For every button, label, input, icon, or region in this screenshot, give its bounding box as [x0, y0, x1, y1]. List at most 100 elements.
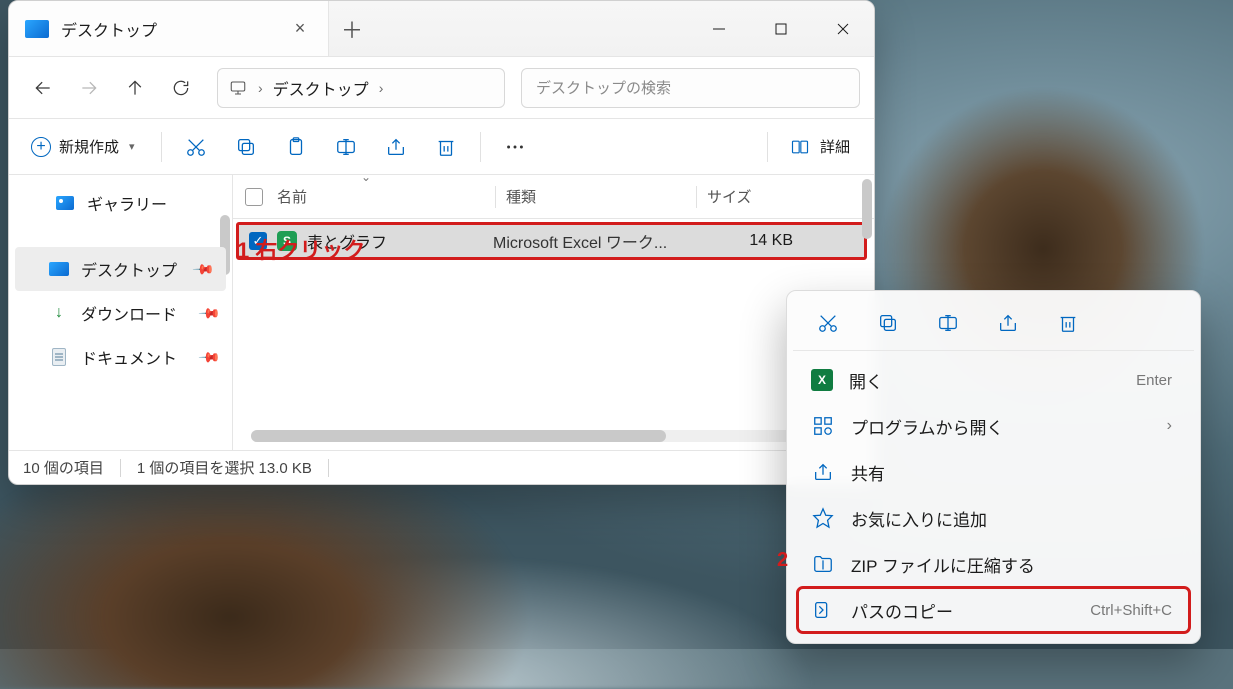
plus-icon: +: [31, 137, 51, 157]
file-type: Microsoft Excel ワーク...: [493, 229, 703, 253]
search-input[interactable]: デスクトップの検索: [521, 68, 860, 108]
copy-path-icon: [811, 598, 835, 622]
pin-icon: 📌: [197, 345, 221, 369]
file-size: 14 KB: [703, 232, 793, 250]
share-icon: [811, 460, 835, 484]
details-view-button[interactable]: 詳細: [780, 136, 860, 157]
cut-button[interactable]: [174, 127, 218, 167]
breadcrumb-segment[interactable]: デスクトップ: [273, 76, 369, 100]
separator: [767, 132, 768, 162]
pin-icon: 📌: [197, 301, 221, 325]
menu-item-label: プログラムから開く: [851, 414, 1151, 439]
main-area: ギャラリー デスクトップ 📌 ↓ ダウンロード 📌 ドキュメント 📌: [9, 175, 874, 450]
sidebar-item-label: デスクトップ: [81, 257, 177, 281]
chevron-right-icon: ›: [252, 80, 269, 96]
sidebar-item-label: ダウンロード: [81, 301, 177, 325]
desktop-icon: [25, 20, 49, 38]
delete-button[interactable]: [1049, 304, 1087, 342]
sidebar-item-documents[interactable]: ドキュメント 📌: [9, 335, 232, 379]
sidebar-item-label: ドキュメント: [81, 345, 177, 369]
sidebar-item-label: ギャラリー: [87, 191, 167, 215]
new-label: 新規作成: [59, 136, 119, 157]
select-all-checkbox[interactable]: [245, 188, 263, 206]
cut-button[interactable]: [809, 304, 847, 342]
paste-button[interactable]: [274, 127, 318, 167]
command-bar: + 新規作成 ▾ 詳細: [9, 119, 874, 175]
menu-item-label: パスのコピー: [851, 598, 1074, 623]
menu-item-copy-path[interactable]: パスのコピー Ctrl+Shift+C: [797, 587, 1190, 633]
tab-desktop[interactable]: デスクトップ ×: [9, 1, 329, 56]
menu-item-favorite[interactable]: お気に入りに追加: [797, 495, 1190, 541]
star-icon: [811, 506, 835, 530]
titlebar: デスクトップ × ＋: [9, 1, 874, 57]
column-header-size[interactable]: サイズ: [707, 186, 807, 207]
maximize-button[interactable]: [750, 1, 812, 56]
excel-icon: X: [811, 369, 833, 391]
navbar: › デスクトップ › デスクトップの検索: [9, 57, 874, 119]
file-pane: ⌄ 名前 種類 サイズ ✓ S 表とグラフ Microsoft Excel ワー…: [233, 175, 874, 450]
file-vscrollbar[interactable]: [862, 179, 872, 239]
details-label: 詳細: [820, 136, 850, 157]
chevron-down-icon: ▾: [129, 140, 135, 153]
share-button[interactable]: [374, 127, 418, 167]
status-item-count: 10 個の項目: [23, 457, 104, 478]
delete-button[interactable]: [424, 127, 468, 167]
zip-icon: [811, 552, 835, 576]
pin-icon: 📌: [191, 257, 215, 281]
up-button[interactable]: [115, 68, 155, 108]
status-selection: 1 個の項目を選択 13.0 KB: [137, 457, 312, 478]
menu-item-label: 開く: [849, 368, 1120, 393]
minimize-button[interactable]: [688, 1, 750, 56]
gallery-icon: [55, 193, 75, 213]
new-tab-button[interactable]: ＋: [329, 1, 375, 56]
menu-item-accel: Enter: [1136, 372, 1172, 389]
more-button[interactable]: [493, 127, 537, 167]
context-menu: X 開く Enter プログラムから開く › 共有 お気に入りに追加 2 ZIP…: [786, 290, 1201, 644]
separator: [480, 132, 481, 162]
column-header-type[interactable]: 種類: [506, 186, 696, 207]
copy-button[interactable]: [869, 304, 907, 342]
annotation-2: 2: [777, 549, 788, 572]
document-icon: [49, 347, 69, 367]
forward-button[interactable]: [69, 68, 109, 108]
sort-indicator-icon: ⌄: [361, 170, 371, 184]
sidebar: ギャラリー デスクトップ 📌 ↓ ダウンロード 📌 ドキュメント 📌: [9, 175, 233, 450]
sidebar-item-gallery[interactable]: ギャラリー: [9, 181, 232, 225]
copy-button[interactable]: [224, 127, 268, 167]
share-button[interactable]: [989, 304, 1027, 342]
status-bar: 10 個の項目 1 個の項目を選択 13.0 KB: [9, 450, 874, 484]
menu-item-accel: Ctrl+Shift+C: [1090, 602, 1172, 619]
menu-item-open[interactable]: X 開く Enter: [797, 357, 1190, 403]
menu-item-label: お気に入りに追加: [851, 506, 1172, 531]
menu-item-zip[interactable]: 2 ZIP ファイルに圧縮する: [797, 541, 1190, 587]
tab-title: デスクトップ: [61, 17, 280, 41]
refresh-button[interactable]: [161, 68, 201, 108]
column-header-name[interactable]: ⌄ 名前: [277, 186, 495, 207]
rename-button[interactable]: [324, 127, 368, 167]
chevron-right-icon: ›: [1167, 417, 1172, 435]
rename-button[interactable]: [929, 304, 967, 342]
menu-item-label: ZIP ファイルに圧縮する: [851, 552, 1172, 577]
close-window-button[interactable]: [812, 1, 874, 56]
download-icon: ↓: [49, 303, 69, 323]
column-headers: ⌄ 名前 種類 サイズ: [233, 175, 874, 219]
chevron-right-icon[interactable]: ›: [373, 80, 390, 96]
open-with-icon: [811, 414, 835, 438]
scroll-thumb[interactable]: [251, 430, 666, 442]
file-explorer-window: デスクトップ × ＋: [8, 0, 875, 485]
back-button[interactable]: [23, 68, 63, 108]
context-menu-icon-row: [793, 299, 1194, 351]
sidebar-item-downloads[interactable]: ↓ ダウンロード 📌: [9, 291, 232, 335]
sidebar-item-desktop[interactable]: デスクトップ 📌: [15, 247, 226, 291]
new-button[interactable]: + 新規作成 ▾: [23, 127, 149, 167]
file-hscrollbar[interactable]: [251, 430, 844, 442]
menu-item-open-with[interactable]: プログラムから開く ›: [797, 403, 1190, 449]
annotation-1: 1 右クリック: [237, 233, 365, 265]
monitor-icon: [228, 78, 248, 98]
separator: [161, 132, 162, 162]
menu-item-label: 共有: [851, 460, 1172, 485]
close-tab-icon[interactable]: ×: [292, 21, 308, 37]
breadcrumb[interactable]: › デスクトップ ›: [217, 68, 505, 108]
menu-item-share[interactable]: 共有: [797, 449, 1190, 495]
desktop-icon: [49, 259, 69, 279]
